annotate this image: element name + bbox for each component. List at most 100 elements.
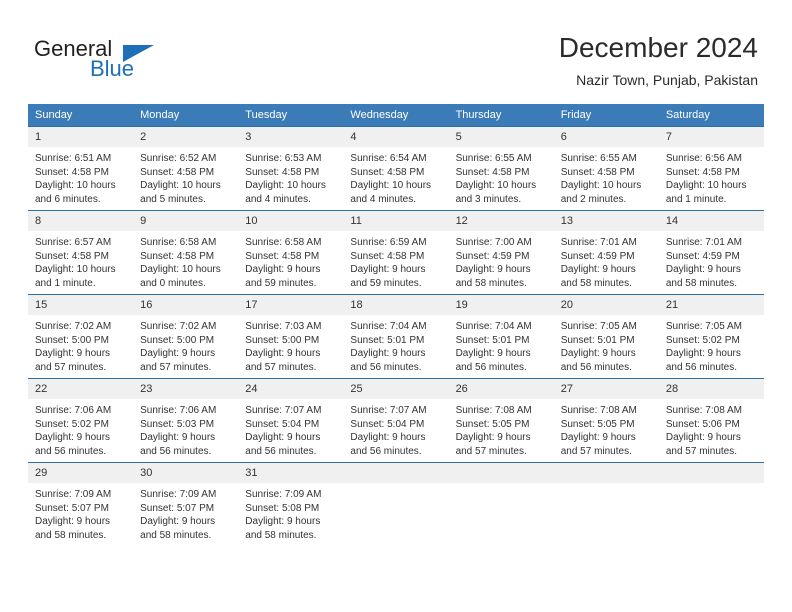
calendar-header-row: Sunday Monday Tuesday Wednesday Thursday… <box>28 104 764 127</box>
day-cell[interactable]: 27 Sunrise: 7:08 AM Sunset: 5:05 PM Dayl… <box>553 378 659 463</box>
calendar-week-row: 29 Sunrise: 7:09 AM Sunset: 5:07 PM Dayl… <box>28 462 764 546</box>
day-number: 10 <box>238 211 344 231</box>
day-details <box>449 483 554 488</box>
daylight-text-line1: Daylight: 9 hours <box>560 348 636 359</box>
day-cell-empty <box>553 462 659 546</box>
day-cell[interactable]: 18 Sunrise: 7:04 AM Sunset: 5:01 PM Dayl… <box>343 294 449 379</box>
daylight-text-line1: Daylight: 10 hours <box>350 180 432 191</box>
sunset-text: Sunset: 5:02 PM <box>35 418 109 430</box>
day-number: 30 <box>133 463 239 483</box>
day-cell[interactable]: 4 Sunrise: 6:54 AM Sunset: 4:58 PM Dayli… <box>343 126 449 211</box>
day-number <box>553 463 659 483</box>
calendar-body: 1 Sunrise: 6:51 AM Sunset: 4:58 PM Dayli… <box>28 126 764 546</box>
sunrise-text: Sunrise: 6:59 AM <box>350 237 427 248</box>
day-cell[interactable]: 24 Sunrise: 7:07 AM Sunset: 5:04 PM Dayl… <box>238 378 344 463</box>
day-cell[interactable]: 11 Sunrise: 6:59 AM Sunset: 4:58 PM Dayl… <box>343 210 449 295</box>
day-details: Sunrise: 7:07 AM Sunset: 5:04 PM Dayligh… <box>238 399 343 458</box>
day-details: Sunrise: 6:57 AM Sunset: 4:58 PM Dayligh… <box>28 231 133 290</box>
day-cell[interactable]: 28 Sunrise: 7:08 AM Sunset: 5:06 PM Dayl… <box>658 378 764 463</box>
sunrise-text: Sunrise: 7:00 AM <box>455 237 532 248</box>
day-cell-empty <box>343 462 449 546</box>
daylight-text-line1: Daylight: 9 hours <box>350 432 426 443</box>
day-cell[interactable]: 14 Sunrise: 7:01 AM Sunset: 4:59 PM Dayl… <box>658 210 764 295</box>
day-cell[interactable]: 25 Sunrise: 7:07 AM Sunset: 5:04 PM Dayl… <box>343 378 449 463</box>
day-number: 21 <box>658 295 764 315</box>
day-number: 18 <box>343 295 449 315</box>
daylight-text-line2: and 58 minutes. <box>665 277 738 289</box>
daylight-text-line1: Daylight: 9 hours <box>560 432 636 443</box>
day-cell[interactable]: 16 Sunrise: 7:02 AM Sunset: 5:00 PM Dayl… <box>133 294 239 379</box>
day-cell[interactable]: 23 Sunrise: 7:06 AM Sunset: 5:03 PM Dayl… <box>133 378 239 463</box>
day-cell[interactable]: 10 Sunrise: 6:58 AM Sunset: 4:58 PM Dayl… <box>238 210 344 295</box>
day-cell[interactable]: 2 Sunrise: 6:52 AM Sunset: 4:58 PM Dayli… <box>133 126 239 211</box>
sunset-text: Sunset: 5:00 PM <box>245 334 320 346</box>
day-number: 19 <box>448 295 554 315</box>
day-details: Sunrise: 7:00 AM Sunset: 4:59 PM Dayligh… <box>449 231 554 290</box>
sunset-text: Sunset: 5:06 PM <box>665 418 740 430</box>
daylight-text-line1: Daylight: 9 hours <box>245 516 321 527</box>
day-number: 24 <box>238 379 344 399</box>
day-cell[interactable]: 3 Sunrise: 6:53 AM Sunset: 4:58 PM Dayli… <box>238 126 344 211</box>
day-cell[interactable]: 9 Sunrise: 6:58 AM Sunset: 4:58 PM Dayli… <box>133 210 239 295</box>
weekday-header-tuesday: Tuesday <box>238 104 344 127</box>
day-number: 28 <box>658 379 764 399</box>
sunset-text: Sunset: 5:01 PM <box>350 334 425 346</box>
daylight-text-line2: and 56 minutes. <box>140 445 212 457</box>
day-cell[interactable]: 21 Sunrise: 7:05 AM Sunset: 5:02 PM Dayl… <box>658 294 764 379</box>
day-details: Sunrise: 7:08 AM Sunset: 5:06 PM Dayligh… <box>659 399 764 458</box>
sunrise-text: Sunrise: 6:55 AM <box>455 153 532 164</box>
day-number: 1 <box>28 127 134 147</box>
sunset-text: Sunset: 4:58 PM <box>35 250 109 262</box>
sunset-text: Sunset: 5:07 PM <box>35 502 109 514</box>
sunset-text: Sunset: 5:04 PM <box>350 418 425 430</box>
weekday-header-wednesday: Wednesday <box>343 104 449 127</box>
day-details: Sunrise: 7:09 AM Sunset: 5:07 PM Dayligh… <box>133 483 238 542</box>
day-cell[interactable]: 8 Sunrise: 6:57 AM Sunset: 4:58 PM Dayli… <box>28 210 134 295</box>
sunset-text: Sunset: 4:58 PM <box>245 250 320 262</box>
daylight-text-line2: and 4 minutes. <box>350 193 417 205</box>
day-cell[interactable]: 19 Sunrise: 7:04 AM Sunset: 5:01 PM Dayl… <box>448 294 554 379</box>
sunrise-text: Sunrise: 7:04 AM <box>350 321 427 332</box>
day-cell[interactable]: 13 Sunrise: 7:01 AM Sunset: 4:59 PM Dayl… <box>553 210 659 295</box>
day-number: 27 <box>553 379 659 399</box>
calendar-week-row: 22 Sunrise: 7:06 AM Sunset: 5:02 PM Dayl… <box>28 378 764 463</box>
day-cell[interactable]: 26 Sunrise: 7:08 AM Sunset: 5:05 PM Dayl… <box>448 378 554 463</box>
day-details: Sunrise: 7:06 AM Sunset: 5:02 PM Dayligh… <box>28 399 133 458</box>
general-blue-logo[interactable]: General Blue <box>34 36 214 86</box>
sunrise-text: Sunrise: 7:06 AM <box>140 405 217 416</box>
day-number <box>343 463 449 483</box>
day-cell[interactable]: 7 Sunrise: 6:56 AM Sunset: 4:58 PM Dayli… <box>658 126 764 211</box>
day-cell[interactable]: 31 Sunrise: 7:09 AM Sunset: 5:08 PM Dayl… <box>238 462 344 546</box>
day-cell[interactable]: 29 Sunrise: 7:09 AM Sunset: 5:07 PM Dayl… <box>28 462 134 546</box>
daylight-text-line2: and 0 minutes. <box>140 277 206 289</box>
title-block: December 2024 Nazir Town, Punjab, Pakist… <box>559 30 758 90</box>
day-number: 4 <box>343 127 449 147</box>
daylight-text-line2: and 3 minutes. <box>455 193 522 205</box>
day-cell[interactable]: 17 Sunrise: 7:03 AM Sunset: 5:00 PM Dayl… <box>238 294 344 379</box>
sunrise-text: Sunrise: 6:58 AM <box>140 237 217 248</box>
day-number: 6 <box>553 127 659 147</box>
calendar-week-row: 1 Sunrise: 6:51 AM Sunset: 4:58 PM Dayli… <box>28 126 764 211</box>
daylight-text-line2: and 1 minute. <box>35 277 96 289</box>
sunrise-text: Sunrise: 7:06 AM <box>35 405 112 416</box>
daylight-text-line1: Daylight: 10 hours <box>140 180 221 191</box>
day-cell[interactable]: 22 Sunrise: 7:06 AM Sunset: 5:02 PM Dayl… <box>28 378 134 463</box>
calendar-week-row: 8 Sunrise: 6:57 AM Sunset: 4:58 PM Dayli… <box>28 210 764 295</box>
day-cell[interactable]: 20 Sunrise: 7:05 AM Sunset: 5:01 PM Dayl… <box>553 294 659 379</box>
daylight-text-line1: Daylight: 10 hours <box>665 180 747 191</box>
day-cell[interactable]: 6 Sunrise: 6:55 AM Sunset: 4:58 PM Dayli… <box>553 126 659 211</box>
daylight-text-line2: and 58 minutes. <box>35 529 107 541</box>
day-number: 5 <box>448 127 554 147</box>
day-cell[interactable]: 30 Sunrise: 7:09 AM Sunset: 5:07 PM Dayl… <box>133 462 239 546</box>
day-cell[interactable]: 12 Sunrise: 7:00 AM Sunset: 4:59 PM Dayl… <box>448 210 554 295</box>
day-details: Sunrise: 7:08 AM Sunset: 5:05 PM Dayligh… <box>449 399 554 458</box>
day-cell[interactable]: 15 Sunrise: 7:02 AM Sunset: 5:00 PM Dayl… <box>28 294 134 379</box>
day-cell[interactable]: 1 Sunrise: 6:51 AM Sunset: 4:58 PM Dayli… <box>28 126 134 211</box>
day-cell[interactable]: 5 Sunrise: 6:55 AM Sunset: 4:58 PM Dayli… <box>448 126 554 211</box>
day-details: Sunrise: 7:01 AM Sunset: 4:59 PM Dayligh… <box>554 231 659 290</box>
day-details <box>343 483 448 488</box>
sunset-text: Sunset: 4:58 PM <box>665 166 740 178</box>
sunrise-text: Sunrise: 6:51 AM <box>35 153 112 164</box>
daylight-text-line1: Daylight: 9 hours <box>35 432 111 443</box>
daylight-text-line1: Daylight: 9 hours <box>140 348 216 359</box>
